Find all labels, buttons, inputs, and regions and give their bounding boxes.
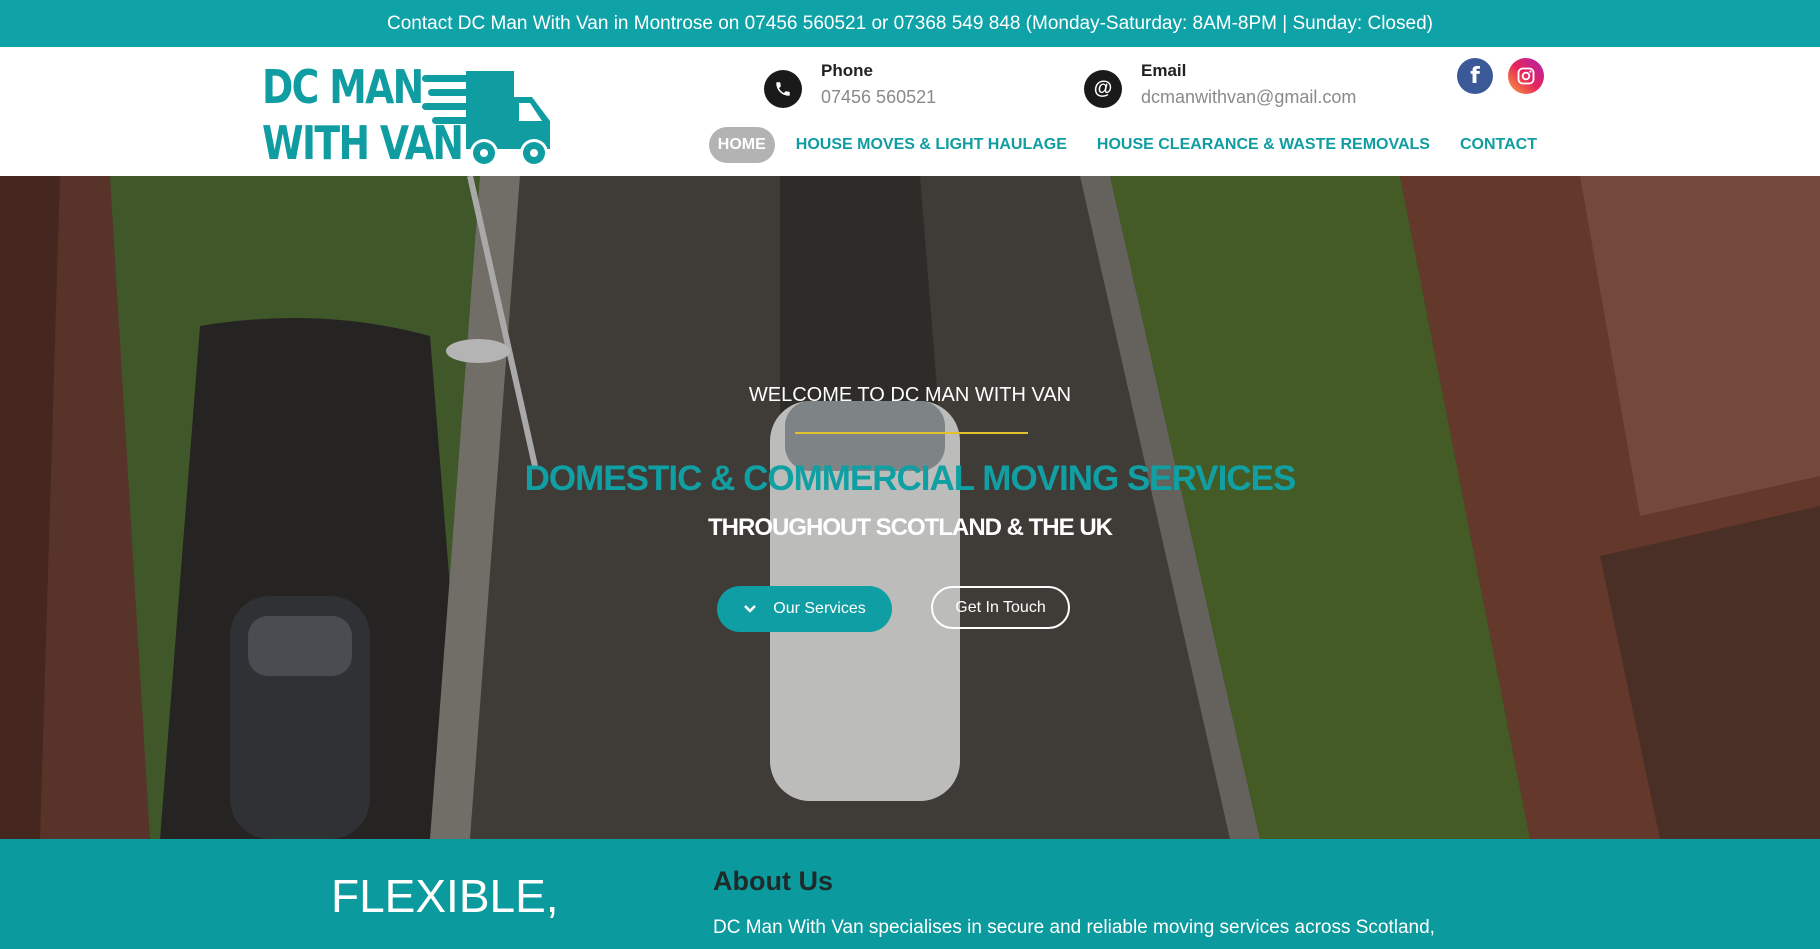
nav-contact[interactable]: CONTACT (1451, 127, 1546, 163)
hero-divider (795, 432, 1028, 434)
facebook-glyph: f (1470, 63, 1480, 89)
van-icon (422, 71, 550, 167)
nav-house-moves[interactable]: HOUSE MOVES & LIGHT HAULAGE (787, 127, 1076, 163)
about-text: DC Man With Van specialises in secure an… (713, 917, 1435, 938)
our-services-label: Our Services (773, 600, 866, 617)
about-tagline: FLEXIBLE, (331, 870, 559, 922)
top-contact-text: Contact DC Man With Van in Montrose on 0… (387, 12, 1433, 34)
instagram-icon[interactable] (1508, 58, 1544, 94)
about-heading: About Us (713, 866, 833, 896)
at-icon: @ (1084, 70, 1122, 108)
main-nav: HOME HOUSE MOVES & LIGHT HAULAGE HOUSE C… (697, 127, 1546, 163)
hero-subtitle: THROUGHOUT SCOTLAND & THE UK (708, 514, 1113, 541)
our-services-button[interactable]: Our Services (717, 586, 892, 632)
nav-house-clearance[interactable]: HOUSE CLEARANCE & WASTE REMOVALS (1088, 127, 1439, 163)
phone-icon (764, 70, 802, 108)
site-header: DC MAN WITH VAN Phone 07456 560521 @ Ema… (0, 47, 1820, 176)
phone-contact[interactable]: Phone 07456 560521 (764, 58, 936, 108)
about-section: FLEXIBLE, About Us DC Man With Van speci… (0, 839, 1820, 949)
phone-label: Phone (821, 61, 873, 80)
instagram-glyph (1517, 67, 1535, 85)
top-contact-bar: Contact DC Man With Van in Montrose on 0… (0, 0, 1820, 47)
hero-welcome-text: WELCOME TO DC MAN WITH VAN (748, 384, 1072, 406)
site-logo[interactable]: DC MAN WITH VAN (262, 59, 562, 170)
email-label: Email (1141, 61, 1187, 80)
phone-value[interactable]: 07456 560521 (821, 87, 936, 108)
nav-home[interactable]: HOME (708, 127, 775, 163)
get-in-touch-button[interactable]: Get In Touch (931, 586, 1070, 629)
email-contact[interactable]: @ Email dcmanwithvan@gmail.com (1084, 58, 1356, 108)
facebook-icon[interactable]: f (1457, 58, 1493, 94)
hero-title: DOMESTIC & COMMERCIAL MOVING SERVICES (524, 459, 1297, 498)
email-value[interactable]: dcmanwithvan@gmail.com (1141, 87, 1356, 108)
chevron-down-icon (744, 605, 757, 613)
hero-banner: WELCOME TO DC MAN WITH VAN DOMESTIC & CO… (0, 176, 1820, 839)
get-in-touch-label: Get In Touch (955, 598, 1046, 616)
hero-aerial-image (0, 176, 1820, 839)
